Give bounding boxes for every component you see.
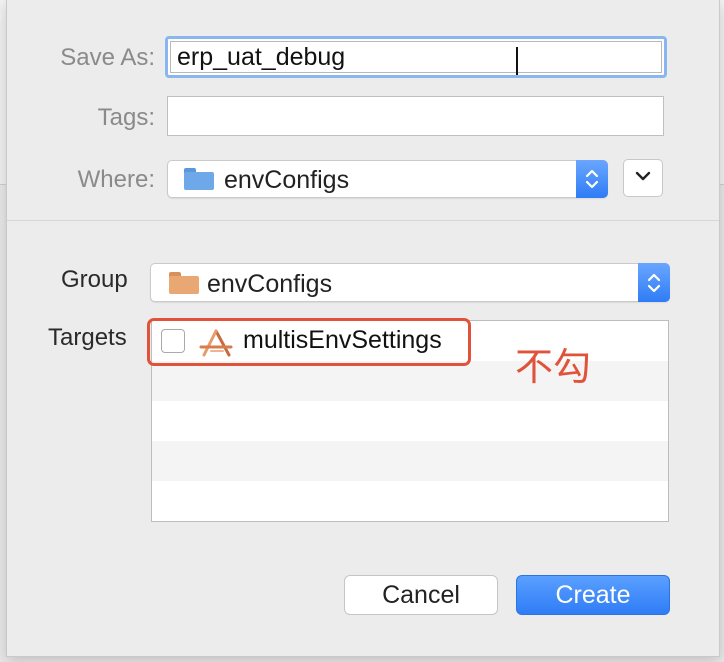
annotation-text: 不勾 [515, 345, 592, 389]
text-caret [516, 47, 518, 75]
list-item [152, 401, 668, 441]
list-item [152, 481, 668, 521]
save-as-label: Save As: [60, 44, 155, 71]
cancel-button[interactable]: Cancel [344, 575, 498, 615]
where-label: Where: [77, 166, 155, 193]
targets-label: Targets [48, 324, 127, 351]
section-divider [7, 220, 719, 221]
annotation-highlight [147, 318, 471, 366]
chevron-down-icon [634, 169, 652, 187]
save-as-input[interactable] [171, 42, 661, 72]
save-as-field[interactable] [165, 36, 667, 78]
save-options-area: Save As: Tags: Where: envConfigs [7, 0, 719, 220]
up-down-chevron-icon[interactable] [576, 160, 608, 198]
where-popup[interactable]: envConfigs [167, 160, 608, 198]
where-value: envConfigs [224, 166, 350, 194]
tags-label: Tags: [97, 104, 155, 131]
expand-button[interactable] [623, 159, 663, 197]
save-dialog: Save As: Tags: Where: envConfigs [6, 0, 720, 657]
tags-input[interactable] [168, 97, 663, 135]
group-label: Group [61, 266, 128, 293]
group-popup[interactable]: envConfigs [150, 263, 670, 302]
group-value: envConfigs [207, 270, 333, 298]
up-down-chevron-icon[interactable] [638, 263, 670, 302]
list-item [152, 441, 668, 481]
tags-field[interactable] [167, 96, 664, 136]
create-button[interactable]: Create [516, 575, 670, 615]
